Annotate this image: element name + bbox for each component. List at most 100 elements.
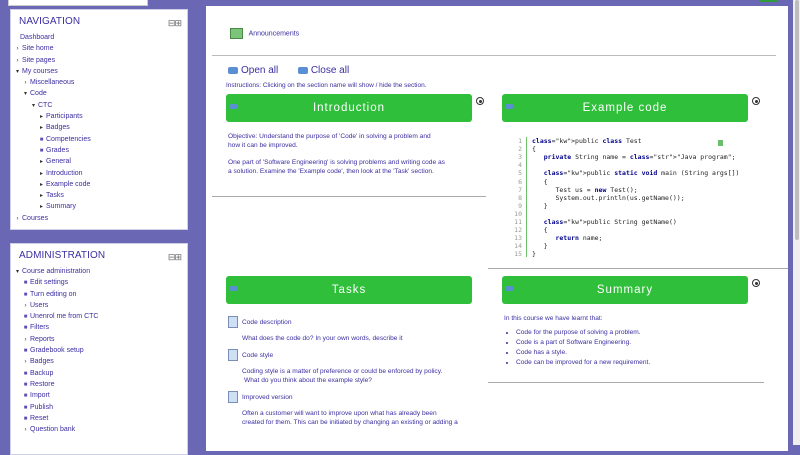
code-line: Test us = new Test();: [532, 185, 638, 194]
text-line: Objective: Understand the purpose of 'Co…: [228, 133, 431, 140]
administration-item[interactable]: ■ Restore: [11, 379, 187, 390]
section-divider: [488, 268, 788, 269]
open-close-controls: Open all Close all: [228, 65, 349, 76]
divider: [212, 55, 776, 56]
tasks-body: Code description What does the code do? …: [228, 316, 488, 427]
text-line: One part of 'Software Engineering' is so…: [228, 159, 445, 166]
administration-item[interactable]: ■ Reset: [11, 413, 187, 424]
introduction-body: Objective: Understand the purpose of 'Co…: [228, 132, 478, 176]
announcements-label: Announcements: [248, 30, 300, 38]
highlight-radio[interactable]: [752, 279, 760, 287]
administration-item[interactable]: ■ Import: [11, 390, 187, 401]
code-line: {: [532, 226, 548, 235]
administration-item[interactable]: › Question bank: [11, 424, 187, 435]
administration-item[interactable]: ▾ Course administration: [11, 266, 187, 277]
administration-item[interactable]: › Badges: [11, 356, 187, 367]
forum-icon: [230, 28, 243, 39]
navigation-item[interactable]: Dashboard: [11, 32, 187, 43]
toggle-icon: [230, 104, 237, 109]
navigation-label: General: [46, 158, 71, 166]
copy-icon[interactable]: [718, 140, 723, 146]
navigation-item[interactable]: ▸ Participants: [11, 111, 187, 122]
navigation-item[interactable]: › Miscellaneous: [11, 77, 187, 88]
administration-item[interactable]: ■ Unenrol me from CTC: [11, 311, 187, 322]
block-dock-icon[interactable]: ⊟⊞: [168, 252, 182, 263]
section-divider: [488, 382, 764, 383]
navigation-label: Dashboard: [20, 34, 55, 41]
section-introduction-header[interactable]: Introduction: [226, 94, 472, 122]
code-line-number: 9: [518, 201, 522, 210]
task-item[interactable]: Improved version: [228, 391, 488, 403]
navigation-item[interactable]: ■ Competencies: [11, 134, 187, 145]
navigation-label: Grades: [46, 146, 69, 154]
task-link: Code description: [242, 318, 292, 326]
navigation-label: Summary: [46, 203, 76, 211]
administration-item[interactable]: › Users: [11, 300, 187, 311]
administration-label: Turn editing on: [30, 290, 77, 298]
navigation-label: Miscellaneous: [30, 79, 75, 87]
summary-bullet: Code for the purpose of solving a proble…: [516, 328, 650, 338]
search-input[interactable]: [8, 0, 148, 6]
administration-item[interactable]: ■ Edit settings: [11, 277, 187, 288]
navigation-title: NAVIGATION: [19, 16, 81, 27]
administration-item[interactable]: ■ Publish: [11, 402, 187, 413]
administration-item[interactable]: › Reports: [11, 334, 187, 345]
code-line-number: 14: [514, 242, 522, 251]
open-all-label: Open all: [241, 65, 279, 76]
close-all-button[interactable]: Close all: [297, 65, 349, 76]
navigation-item[interactable]: ▾ My courses: [11, 66, 187, 77]
section-title: Introduction: [312, 102, 386, 114]
section-summary-header[interactable]: Summary: [502, 276, 748, 304]
navigation-item[interactable]: ▸ Summary: [11, 201, 187, 212]
code-line-number: 4: [518, 161, 522, 170]
code-line: class="kw">public class Test: [532, 137, 642, 145]
code-line-number: 5: [518, 169, 522, 178]
code-line: System.out.println(us.getName());: [532, 193, 685, 202]
announcements-link[interactable]: Announcements: [230, 28, 299, 39]
navigation-item[interactable]: ▾ Code: [11, 88, 187, 99]
navigation-label: CTC: [38, 101, 53, 109]
code-line-number: 12: [514, 226, 522, 235]
administration-label: Filters: [30, 324, 50, 332]
administration-label: Gradebook setup: [30, 347, 84, 355]
navigation-label: Code: [30, 90, 47, 98]
navigation-item[interactable]: ▸ Example code: [11, 179, 187, 190]
administration-tree: ▾ Course administration ■ Edit settings ■ Tur…: [11, 266, 187, 435]
code-line-number: 2: [518, 145, 522, 154]
expand-arrow-icon: ›: [24, 427, 27, 434]
highlight-radio[interactable]: [476, 97, 484, 105]
section-example-code-header[interactable]: Example code: [502, 94, 748, 122]
code-line-number: 7: [518, 185, 522, 194]
navigation-item[interactable]: › Site pages: [11, 55, 187, 66]
navigation-item[interactable]: ■ Grades: [11, 145, 187, 156]
administration-item[interactable]: ■ Turn editing on: [11, 289, 187, 300]
administration-label: Users: [30, 301, 49, 309]
navigation-item[interactable]: ▸ Tasks: [11, 190, 187, 201]
highlight-radio[interactable]: [752, 97, 760, 105]
page-icon: [228, 316, 238, 328]
administration-item[interactable]: ■ Gradebook setup: [11, 345, 187, 356]
navigation-block: NAVIGATION ⊟⊞ Dashboard › Site home › Site p…: [10, 9, 188, 230]
navigation-item[interactable]: ▾ CTC: [11, 100, 187, 111]
navigation-tree: Dashboard › Site home › Site pages ▾ My course…: [11, 32, 187, 224]
toggle-icon: [230, 286, 237, 291]
administration-item[interactable]: ■ Filters: [11, 322, 187, 333]
navigation-item[interactable]: ▸ General: [11, 156, 187, 167]
top-green-button[interactable]: [760, 0, 778, 2]
block-dock-icon[interactable]: ⊟⊞: [168, 18, 182, 29]
administration-item[interactable]: ■ Backup: [11, 368, 187, 379]
navigation-item[interactable]: ▸ Badges: [11, 122, 187, 133]
open-all-button[interactable]: Open all: [228, 65, 278, 76]
section-tasks-header[interactable]: Tasks: [226, 276, 472, 304]
navigation-item[interactable]: › Site home: [11, 43, 187, 54]
task-desc: created for them. This can be initiated …: [242, 419, 458, 426]
administration-label: Course administration: [22, 268, 91, 275]
scrollbar-thumb[interactable]: [795, 0, 799, 240]
task-item[interactable]: Code description: [228, 316, 488, 328]
code-line: class="kw">public String getName(): [543, 218, 677, 226]
code-line: return name;: [555, 234, 603, 243]
task-item[interactable]: Code style: [228, 349, 488, 361]
navigation-item[interactable]: ▸ Introduction: [11, 168, 187, 179]
navigation-item[interactable]: › Courses: [11, 213, 187, 224]
navigation-label: Site home: [22, 45, 54, 53]
